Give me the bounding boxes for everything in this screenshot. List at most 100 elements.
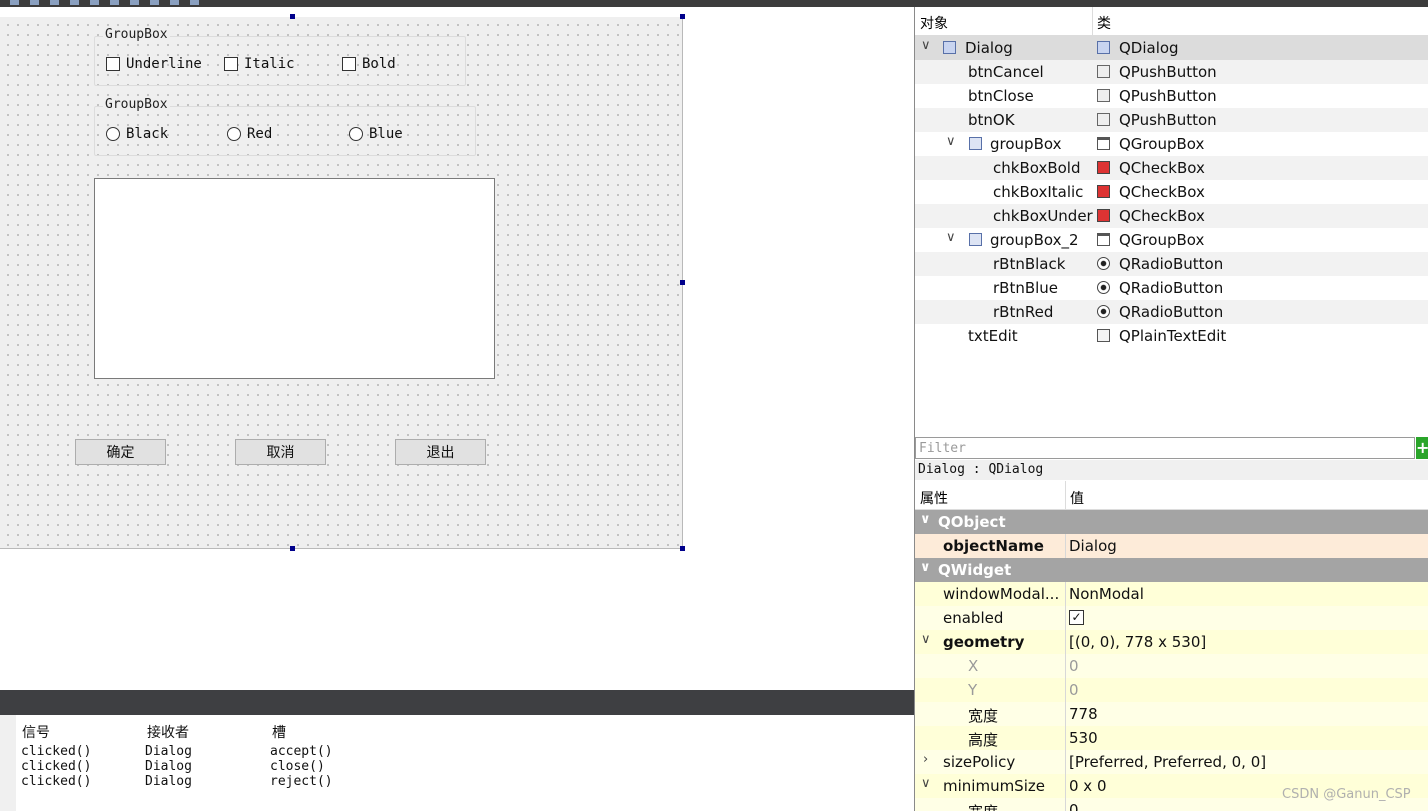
property-value[interactable]: 530 <box>1069 729 1098 747</box>
property-value[interactable]: Dialog <box>1069 537 1117 555</box>
checkbox-underline[interactable]: Underline <box>106 56 202 72</box>
header-signal[interactable]: 信号 <box>22 722 50 742</box>
cancel-button[interactable]: 取消 <box>235 439 326 465</box>
property-row-height[interactable]: 高度 530 <box>915 726 1428 750</box>
chevron-down-icon[interactable]: ∨ <box>921 776 931 791</box>
designer-canvas[interactable]: GroupBox Underline Italic Bold GroupBox … <box>0 7 914 690</box>
resize-handle[interactable] <box>680 280 685 285</box>
add-property-icon[interactable]: + <box>1416 437 1428 459</box>
chevron-down-icon[interactable]: ∨ <box>946 134 956 149</box>
signal-cell[interactable]: clicked() <box>21 744 91 759</box>
toolbar-icon[interactable] <box>110 0 119 5</box>
chevron-down-icon[interactable]: ∨ <box>920 512 931 527</box>
resize-handle[interactable] <box>290 546 295 551</box>
property-row-geometry[interactable]: ∨ geometry [(0, 0), 778 x 530] <box>915 630 1428 654</box>
slot-cell[interactable]: reject() <box>270 774 333 789</box>
checkbox-box[interactable] <box>106 57 120 71</box>
close-button[interactable]: 退出 <box>395 439 486 465</box>
property-row-y[interactable]: Y 0 <box>915 678 1428 702</box>
radio-circle[interactable] <box>349 127 363 141</box>
radio-red[interactable]: Red <box>227 126 272 142</box>
plain-text-edit[interactable] <box>94 178 495 379</box>
property-row-x[interactable]: X 0 <box>915 654 1428 678</box>
property-row-enabled[interactable]: enabled ✓ <box>915 606 1428 630</box>
chevron-down-icon[interactable]: ∨ <box>920 560 931 575</box>
property-value[interactable]: 0 <box>1069 681 1079 699</box>
resize-handle[interactable] <box>680 14 685 19</box>
radio-circle[interactable] <box>106 127 120 141</box>
header-receiver[interactable]: 接收者 <box>147 722 189 742</box>
checkbox-box[interactable] <box>342 57 356 71</box>
tree-row-btnclose[interactable]: btnClose QPushButton <box>915 84 1428 108</box>
header-property[interactable]: 属性 <box>920 488 948 508</box>
ok-button[interactable]: 确定 <box>75 439 166 465</box>
slot-cell[interactable]: accept() <box>270 744 333 759</box>
toolbar-icon[interactable] <box>130 0 139 5</box>
property-group-qobject[interactable]: ∨ QObject <box>915 510 1428 534</box>
toolbar-icon[interactable] <box>50 0 59 5</box>
slot-cell[interactable]: close() <box>270 759 325 774</box>
object-name: chkBoxItalic <box>993 183 1084 201</box>
signal-cell[interactable]: clicked() <box>21 759 91 774</box>
toolbar-icon[interactable] <box>90 0 99 5</box>
receiver-cell[interactable]: Dialog <box>145 759 192 774</box>
chevron-right-icon[interactable]: › <box>923 752 928 767</box>
chevron-down-icon[interactable]: ∨ <box>946 230 956 245</box>
tree-row-groupbox[interactable]: ∨ groupBox QGroupBox <box>915 132 1428 156</box>
tree-row-txtedit[interactable]: txtEdit QPlainTextEdit <box>915 324 1428 348</box>
resize-handle[interactable] <box>290 14 295 19</box>
toolbar-icon[interactable] <box>170 0 179 5</box>
tree-row-chkboxbold[interactable]: chkBoxBold QCheckBox <box>915 156 1428 180</box>
dialog-form[interactable]: GroupBox Underline Italic Bold GroupBox … <box>0 17 683 549</box>
toolbar-icon[interactable] <box>70 0 79 5</box>
header-value[interactable]: 值 <box>1070 488 1084 508</box>
radio-circle[interactable] <box>227 127 241 141</box>
tree-row-btncancel[interactable]: btnCancel QPushButton <box>915 60 1428 84</box>
property-row-windowmodality[interactable]: windowModal... NonModal <box>915 582 1428 606</box>
property-value[interactable]: [Preferred, Preferred, 0, 0] <box>1069 753 1266 771</box>
checkbox-box[interactable] <box>224 57 238 71</box>
toolbar-icon[interactable] <box>30 0 39 5</box>
property-value[interactable]: 0 <box>1069 657 1079 675</box>
tree-row-dialog[interactable]: ∨ Dialog QDialog <box>915 36 1428 60</box>
tree-row-rbtnblack[interactable]: rBtnBlack QRadioButton <box>915 252 1428 276</box>
checkbox-bold[interactable]: Bold <box>342 56 396 72</box>
tree-row-chkboxunder[interactable]: chkBoxUnder QCheckBox <box>915 204 1428 228</box>
chevron-down-icon[interactable]: ∨ <box>921 38 931 53</box>
header-object[interactable]: 对象 <box>920 13 948 33</box>
object-inspector-header: 对象 类 <box>915 7 1428 36</box>
receiver-cell[interactable]: Dialog <box>145 744 192 759</box>
property-row-sizepolicy[interactable]: › sizePolicy [Preferred, Preferred, 0, 0… <box>915 750 1428 774</box>
tree-row-rbtnblue[interactable]: rBtnBlue QRadioButton <box>915 276 1428 300</box>
receiver-cell[interactable]: Dialog <box>145 774 192 789</box>
object-name: txtEdit <box>968 327 1018 345</box>
property-row-width[interactable]: 宽度 778 <box>915 702 1428 726</box>
property-value[interactable]: 778 <box>1069 705 1098 723</box>
property-value[interactable]: 0 <box>1069 801 1079 811</box>
header-slot[interactable]: 槽 <box>272 722 286 742</box>
property-filter-input[interactable]: Filter <box>915 437 1415 459</box>
radio-blue[interactable]: Blue <box>349 126 403 142</box>
enabled-checkbox[interactable]: ✓ <box>1069 610 1084 625</box>
checkbox-italic[interactable]: Italic <box>224 56 295 72</box>
tree-row-groupbox-2[interactable]: ∨ groupBox_2 QGroupBox <box>915 228 1428 252</box>
radio-black[interactable]: Black <box>106 126 168 142</box>
property-value[interactable]: [(0, 0), 778 x 530] <box>1069 633 1206 651</box>
header-class[interactable]: 类 <box>1097 13 1111 33</box>
toolbar-icon[interactable] <box>150 0 159 5</box>
groupbox-icon <box>1097 233 1110 246</box>
toolbar-strip <box>0 0 1428 7</box>
toolbar-icon[interactable] <box>190 0 199 5</box>
property-row-objectname[interactable]: objectName Dialog <box>915 534 1428 558</box>
tree-row-btnok[interactable]: btnOK QPushButton <box>915 108 1428 132</box>
tree-row-chkboxitalic[interactable]: chkBoxItalic QCheckBox <box>915 180 1428 204</box>
property-name: windowModal... <box>943 585 1060 603</box>
resize-handle[interactable] <box>680 546 685 551</box>
property-value[interactable]: NonModal <box>1069 585 1144 603</box>
tree-row-rbtnred[interactable]: rBtnRed QRadioButton <box>915 300 1428 324</box>
signal-cell[interactable]: clicked() <box>21 774 91 789</box>
toolbar-icon[interactable] <box>10 0 19 5</box>
chevron-down-icon[interactable]: ∨ <box>921 632 931 647</box>
property-value[interactable]: 0 x 0 <box>1069 777 1107 795</box>
property-group-qwidget[interactable]: ∨ QWidget <box>915 558 1428 582</box>
